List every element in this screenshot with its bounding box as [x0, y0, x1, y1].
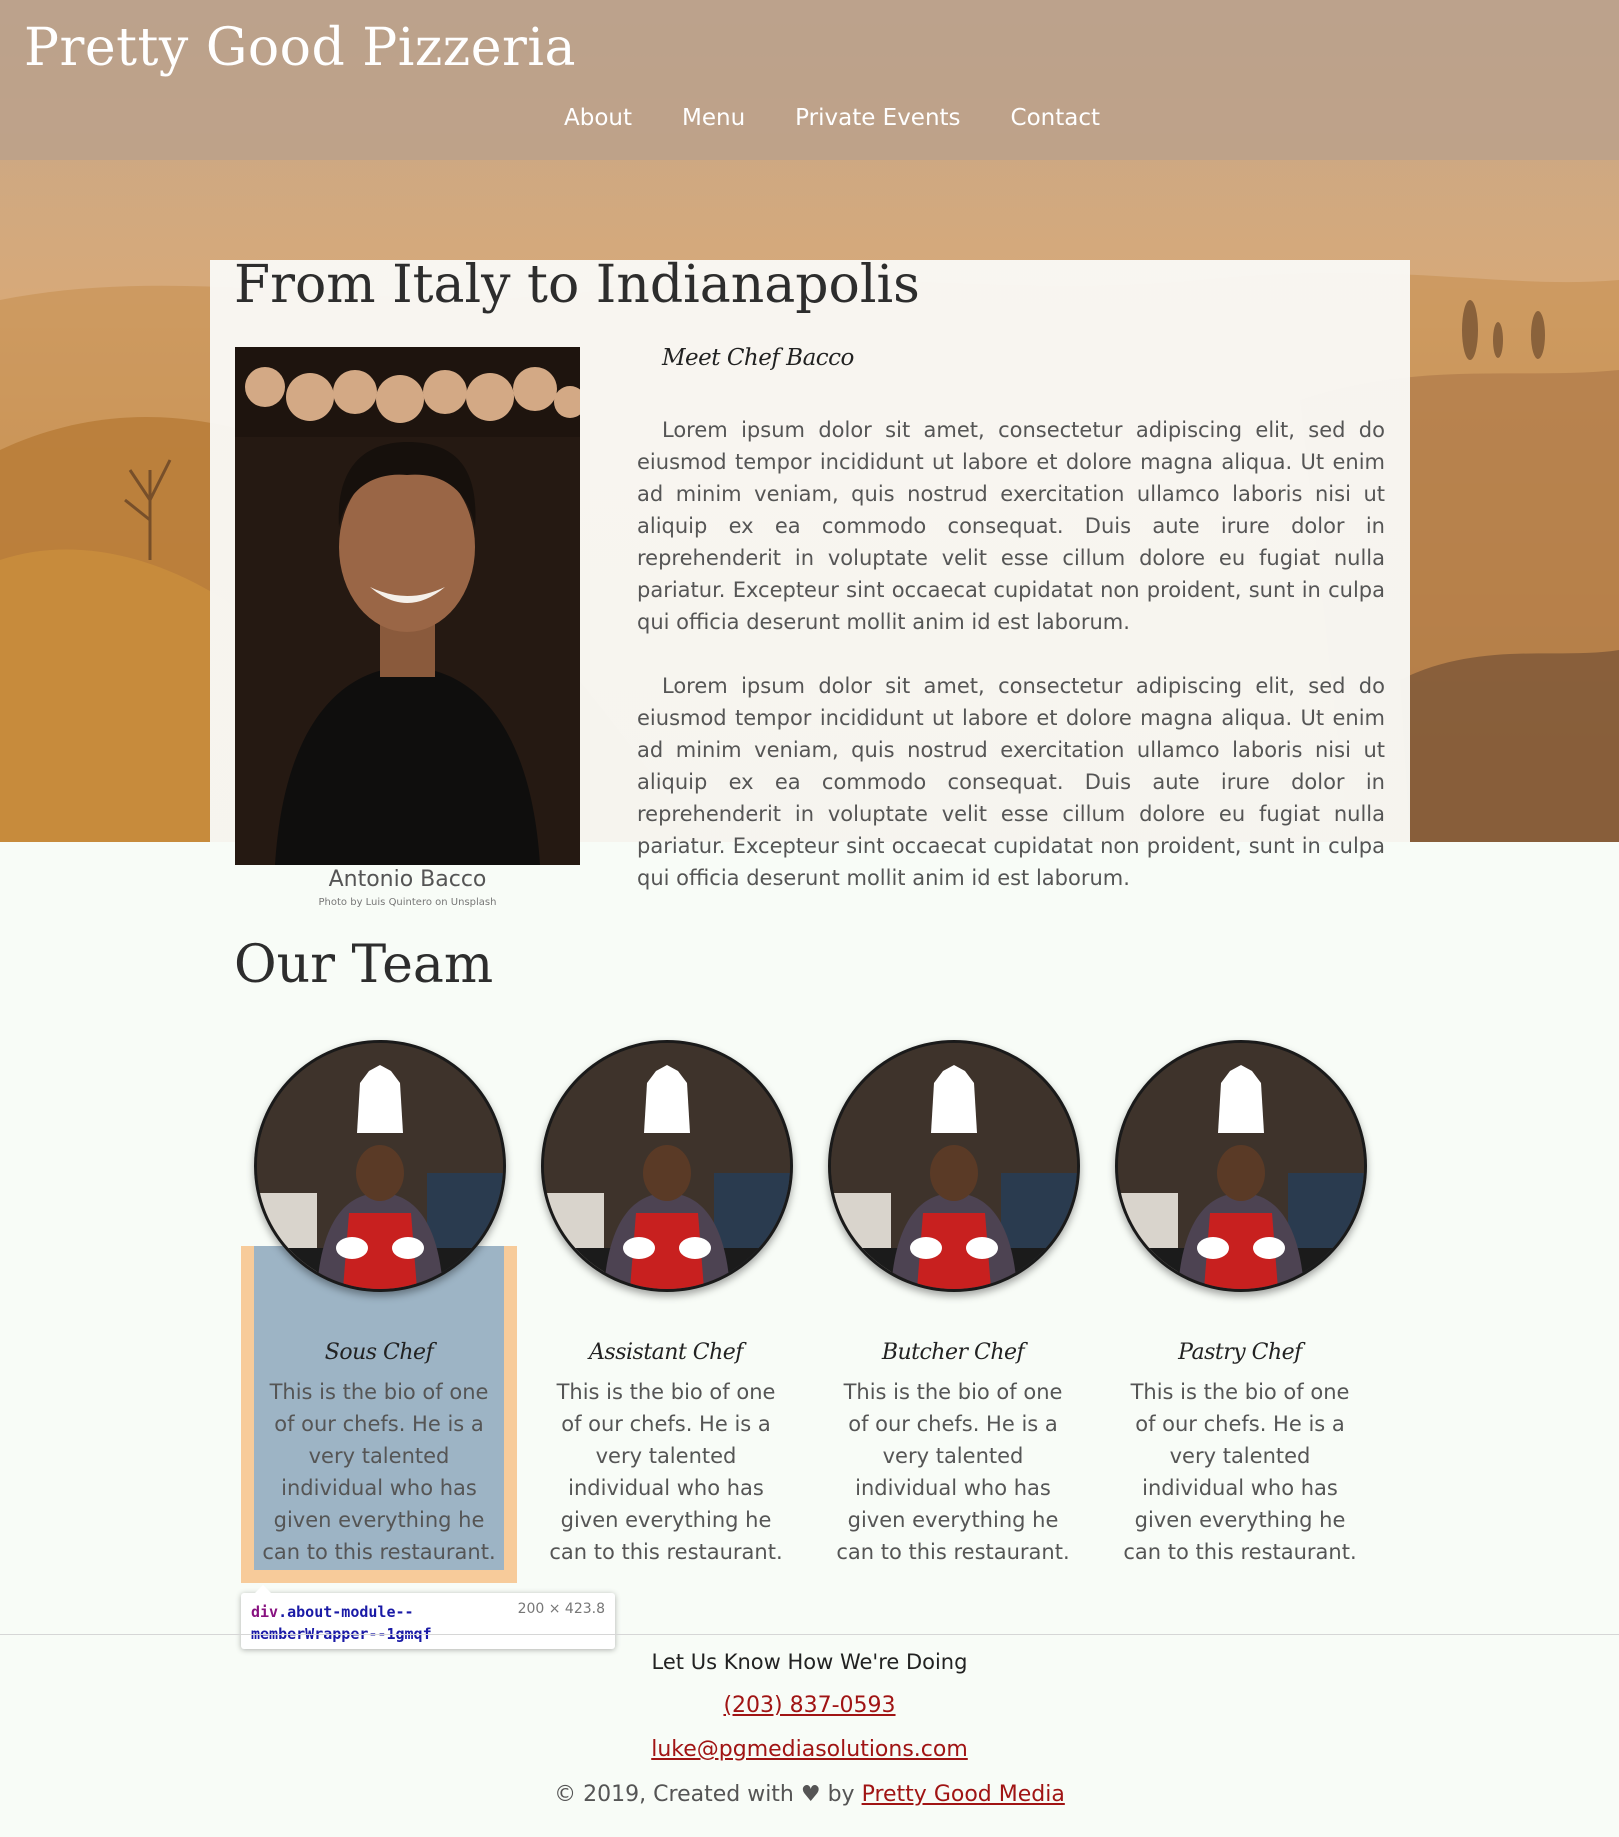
team-member-avatar: [1115, 1040, 1367, 1292]
nav-private-events[interactable]: Private Events: [795, 105, 960, 131]
team-member-avatar: [828, 1040, 1080, 1292]
nav-contact[interactable]: Contact: [1011, 105, 1100, 131]
team-member-bio: This is the bio of one of our chefs. He …: [836, 1380, 1070, 1564]
footer-credit-link[interactable]: Pretty Good Media: [862, 1782, 1065, 1807]
team-member-avatar: [541, 1040, 793, 1292]
main-nav: About Menu Private Events Contact: [564, 105, 1100, 131]
nav-about[interactable]: About: [564, 105, 632, 131]
footer-email-link[interactable]: luke@pgmediasolutions.com: [651, 1737, 968, 1762]
nav-menu[interactable]: Menu: [682, 105, 745, 131]
team-member-role: Pastry Chef: [1178, 1340, 1302, 1365]
team-member-role: Sous Chef: [324, 1340, 434, 1365]
site-footer: Let Us Know How We're Doing (203) 837-05…: [0, 1650, 1619, 1807]
footer-divider: [0, 1634, 1619, 1635]
footer-copyright: © 2019, Created with ♥ by Pretty Good Me…: [0, 1782, 1619, 1807]
copyright-text: © 2019, Created with ♥ by: [554, 1782, 855, 1807]
tooltip-tag: div: [251, 1603, 279, 1621]
team-member-role: Assistant Chef: [589, 1340, 743, 1365]
photo-credit: Photo by Luis Quintero on Unsplash: [318, 897, 497, 908]
devtools-element-tooltip: div.about-module--memberWrapper--1gmqf 2…: [241, 1585, 615, 1649]
team-member-bio: This is the bio of one of our chefs. He …: [1123, 1380, 1357, 1564]
team-member-role: Butcher Chef: [881, 1340, 1025, 1365]
chef-portrait-image: [235, 347, 580, 865]
team-member-avatar: [254, 1040, 506, 1292]
meet-chef-heading: Meet Chef Bacco: [662, 345, 854, 371]
about-paragraph-1: Lorem ipsum dolor sit amet, consectetur …: [637, 418, 1385, 634]
footer-heading: Let Us Know How We're Doing: [651, 1650, 968, 1674]
team-member-bio: This is the bio of one of our chefs. He …: [262, 1380, 496, 1564]
site-header: Pretty Good Pizzeria About Menu Private …: [0, 0, 1619, 160]
site-title[interactable]: Pretty Good Pizzeria: [24, 18, 576, 78]
about-title: From Italy to Indianapolis: [234, 255, 920, 315]
tooltip-size: 200 × 423.8: [517, 1601, 605, 1617]
footer-phone-link[interactable]: (203) 837-0593: [723, 1693, 895, 1718]
about-paragraph-2: Lorem ipsum dolor sit amet, consectetur …: [637, 674, 1385, 890]
tooltip-class: .about-module--memberWrapper--1gmqf: [251, 1603, 432, 1643]
chef-name-caption: Antonio Bacco: [328, 867, 487, 892]
team-member-bio: This is the bio of one of our chefs. He …: [549, 1380, 783, 1564]
team-title: Our Team: [234, 935, 494, 995]
